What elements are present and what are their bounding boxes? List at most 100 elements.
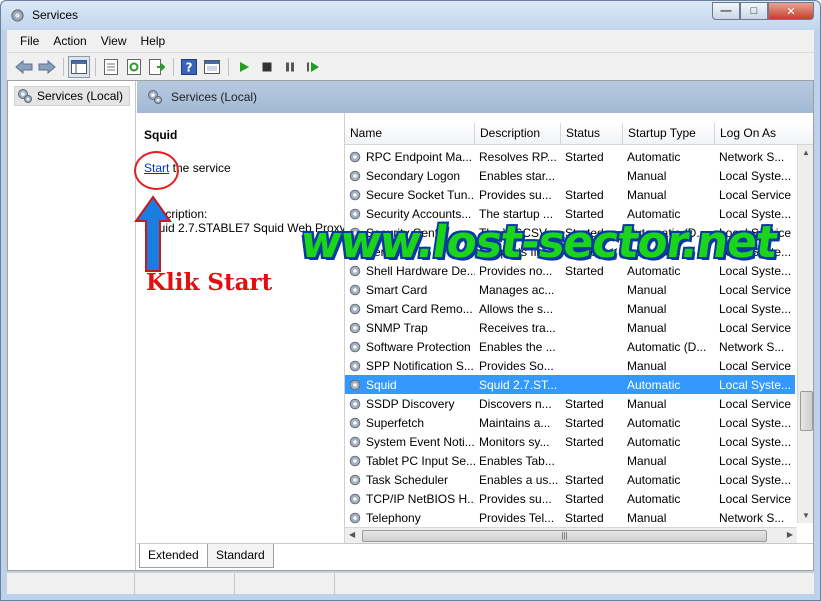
service-description: Receives tra...	[479, 320, 556, 335]
stop-icon	[262, 62, 272, 71]
service-gear-icon	[349, 360, 361, 371]
column-header-startup-type[interactable]: Startup Type	[623, 123, 715, 145]
service-description: Maintains a...	[479, 415, 551, 430]
service-gear-icon	[349, 493, 361, 504]
service-gear-icon	[349, 379, 361, 390]
status-bar	[7, 572, 814, 595]
vertical-scroll-thumb[interactable]	[800, 391, 813, 431]
service-description: Enables star...	[479, 168, 556, 183]
start-service-button[interactable]	[233, 56, 255, 78]
service-row[interactable]: Software Protection Enables the ... Automa…	[345, 337, 795, 356]
scroll-down-icon[interactable]: ▼	[802, 511, 810, 520]
service-row[interactable]: Task Scheduler Enables a us... Started Auto…	[345, 470, 795, 489]
service-log-on-as: Network S...	[719, 149, 785, 164]
vertical-scrollbar[interactable]: ▲ ▼	[797, 145, 813, 523]
menu-action[interactable]: Action	[46, 34, 93, 48]
service-log-on-as: Local Service	[719, 320, 792, 335]
service-description: Resolves RP...	[479, 149, 557, 164]
service-row[interactable]: Superfetch Maintains a... Started Automatic…	[345, 413, 795, 432]
tab-standard[interactable]: Standard	[207, 544, 274, 568]
service-startup-type: Manual	[627, 453, 667, 468]
show-console-tree-button[interactable]	[68, 55, 90, 78]
tree-item-label: Services (Local)	[37, 89, 124, 103]
scroll-up-icon[interactable]: ▲	[802, 148, 810, 157]
maximize-button[interactable]: □	[740, 2, 768, 20]
service-row[interactable]: Squid Squid 2.7.ST... Automatic Local Syste…	[345, 375, 795, 394]
watermark-overlay: www.lost-sector.net	[297, 217, 780, 268]
menu-help[interactable]: Help	[134, 34, 173, 48]
toolbar-separator	[95, 57, 96, 76]
service-row[interactable]: SNMP Trap Receives tra... Manual Local Serv…	[345, 318, 795, 337]
service-log-on-as: Local Service	[719, 282, 792, 297]
service-startup-type: Manual	[627, 510, 667, 525]
status-segment	[235, 573, 335, 595]
service-row[interactable]: Telephony Provides Tel... Started Manual Net…	[345, 508, 795, 527]
maximize-icon: □	[750, 5, 758, 17]
service-row[interactable]: TCP/IP NetBIOS H... Provides su... Started…	[345, 489, 795, 508]
services-list: Name Description Status Startup Type Log…	[344, 113, 813, 543]
service-gear-icon	[349, 322, 361, 333]
service-description: Allows the s...	[479, 301, 554, 316]
minimize-button[interactable]: —	[712, 2, 740, 20]
column-header-description[interactable]: Description	[475, 123, 561, 145]
service-row[interactable]: SSDP Discovery Discovers n... Started Manua…	[345, 394, 795, 413]
service-name: Telephony	[366, 510, 421, 525]
service-log-on-as: Network S...	[719, 339, 785, 354]
close-button[interactable]: ✕	[768, 2, 814, 20]
service-startup-type: Automatic	[627, 491, 681, 506]
service-row[interactable]: Smart Card Remo... Allows the s... Manual L…	[345, 299, 795, 318]
service-row[interactable]: Secondary Logon Enables star... Manual Loca…	[345, 166, 795, 185]
stop-service-button[interactable]	[256, 56, 278, 78]
close-icon: ✕	[786, 5, 796, 18]
toolbar-separator	[173, 57, 174, 76]
service-startup-type: Manual	[627, 396, 667, 411]
title-bar[interactable]: Services — □ ✕	[1, 1, 820, 30]
back-button[interactable]	[13, 56, 35, 78]
window-title: Services	[32, 8, 79, 22]
service-row[interactable]: System Event Noti... Monitors sy... Starte…	[345, 432, 795, 451]
service-description: Enables a us...	[479, 472, 559, 487]
service-row[interactable]: SPP Notification S... Provides So... Manua…	[345, 356, 795, 375]
tab-extended[interactable]: Extended	[139, 544, 208, 568]
console-icon	[204, 59, 220, 74]
services-gear-icon	[18, 89, 32, 103]
scroll-right-icon[interactable]: ▶	[787, 530, 793, 539]
service-startup-type: Automatic (D...	[627, 339, 707, 354]
column-header-name[interactable]: Name	[345, 123, 475, 145]
help-button[interactable]: ?	[178, 56, 200, 78]
service-log-on-as: Local Service	[719, 491, 792, 506]
refresh-button[interactable]	[123, 56, 145, 78]
horizontal-scrollbar[interactable]: ◀ ||| ▶	[345, 527, 797, 543]
toolbar-separator	[63, 57, 64, 76]
services-window: Services — □ ✕ File Action View Help ? S…	[0, 0, 821, 601]
mmc-content: Services (Local) Services (Local) Squid …	[7, 80, 814, 571]
export-list-icon	[149, 58, 165, 75]
service-gear-icon	[349, 512, 361, 523]
horizontal-scroll-thumb[interactable]: |||	[362, 530, 767, 542]
column-header-status[interactable]: Status	[561, 123, 623, 145]
menu-file[interactable]: File	[13, 34, 46, 48]
service-name: SPP Notification S...	[366, 358, 474, 373]
service-startup-type: Manual	[627, 301, 667, 316]
restart-service-button[interactable]	[302, 56, 324, 78]
pause-service-button[interactable]	[279, 56, 301, 78]
status-segment	[7, 573, 135, 595]
service-log-on-as: Local Syste...	[719, 434, 792, 449]
service-row[interactable]: Tablet PC Input Se... Enables Tab... Manua…	[345, 451, 795, 470]
service-status: Started	[565, 396, 604, 411]
properties-button[interactable]	[100, 56, 122, 78]
scroll-left-icon[interactable]: ◀	[349, 530, 355, 539]
column-header-log-on-as[interactable]: Log On As	[715, 123, 813, 145]
service-details: Squid Start the service Description: Squ…	[134, 113, 346, 543]
service-row[interactable]: Smart Card Manages ac... Manual Local Servi…	[345, 280, 795, 299]
console-button[interactable]	[201, 56, 223, 78]
forward-button[interactable]	[36, 56, 58, 78]
service-title: Squid	[144, 128, 178, 142]
menu-view[interactable]: View	[94, 34, 134, 48]
refresh-icon	[127, 58, 141, 75]
export-list-button[interactable]	[146, 56, 168, 78]
service-gear-icon	[349, 341, 361, 352]
service-row[interactable]: Secure Socket Tun... Provides su... Starte…	[345, 185, 795, 204]
tree-item-services-local[interactable]: Services (Local)	[14, 86, 130, 106]
service-row[interactable]: RPC Endpoint Ma... Resolves RP... Started A…	[345, 147, 795, 166]
